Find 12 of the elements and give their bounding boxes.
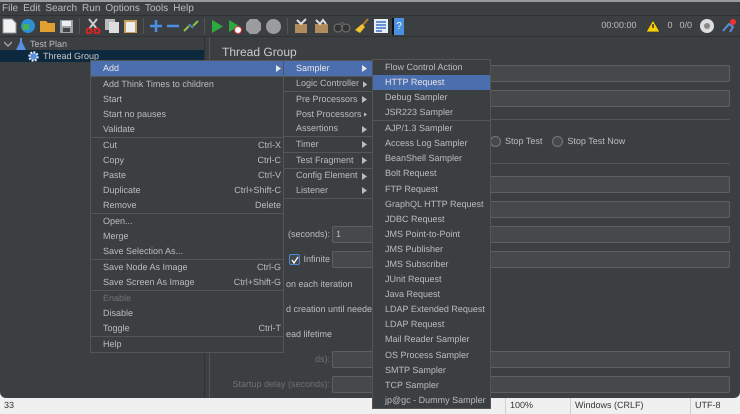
status-text: 100% bbox=[510, 399, 534, 412]
warning-count: 0 bbox=[667, 19, 672, 32]
option-label: d creation until neede bbox=[286, 302, 372, 316]
option-label: ead lifetime bbox=[286, 328, 332, 341]
status-text: 33 bbox=[4, 399, 14, 412]
panel-title: Thread Group bbox=[222, 44, 298, 61]
thread-count: 0/0 bbox=[679, 19, 692, 32]
option-label: on each iteration bbox=[286, 278, 353, 291]
field-label: (seconds): bbox=[286, 228, 331, 241]
elapsed-time: 00:00:00 bbox=[601, 19, 636, 32]
status-text: Windows (CRLF) bbox=[575, 399, 644, 412]
status-text: UTF-8 bbox=[695, 399, 720, 412]
